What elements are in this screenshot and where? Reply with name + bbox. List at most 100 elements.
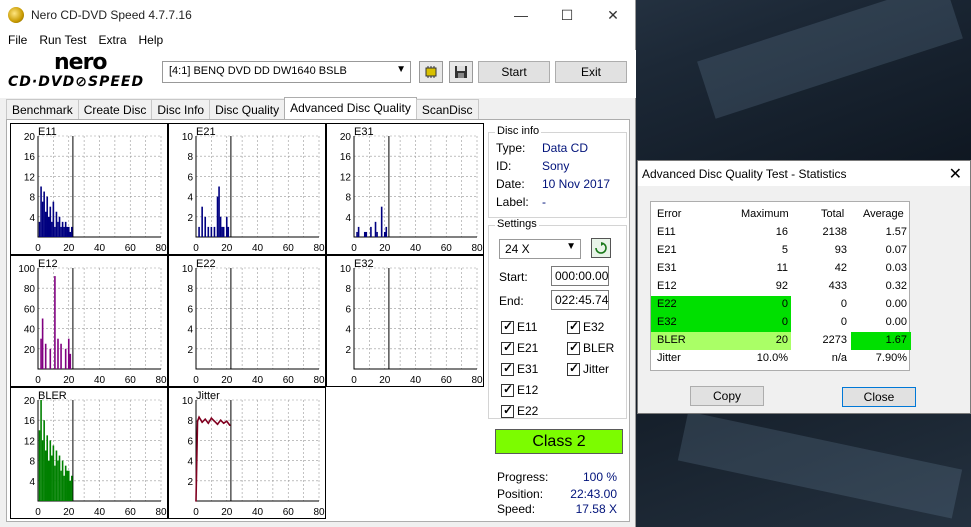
y-tick-label: 8 bbox=[29, 457, 35, 468]
menu-bar: File Run Test Extra Help bbox=[0, 30, 635, 50]
data-bar bbox=[67, 226, 70, 237]
cell-maximum: 92 bbox=[775, 280, 788, 292]
data-bar bbox=[54, 276, 56, 369]
plot-title: E31 bbox=[354, 126, 374, 138]
close-icon[interactable]: ✕ bbox=[949, 164, 962, 184]
plot-jitter-svg: 1086420 20 40 60 80 bbox=[182, 396, 325, 518]
data-bar bbox=[54, 465, 56, 501]
checkbox-jitter[interactable]: Jitter bbox=[567, 361, 609, 376]
tab-scandisc[interactable]: ScanDisc bbox=[415, 99, 479, 119]
statistics-title-bar[interactable]: Advanced Disc Quality Test - Statistics … bbox=[638, 161, 970, 186]
checkbox-e22[interactable]: E22 bbox=[501, 403, 538, 418]
wallpaper-ship-shape bbox=[677, 411, 963, 519]
cell-average: 1.57 bbox=[885, 226, 907, 238]
data-bar bbox=[219, 216, 222, 237]
end-time-input[interactable]: 022:45.74 bbox=[551, 290, 609, 310]
x-tick-label: 0 bbox=[35, 375, 41, 386]
checkbox-e21[interactable]: E21 bbox=[501, 340, 538, 355]
statistics-row: E31 11 42 0.03 bbox=[651, 260, 911, 278]
y-tick-label: 6 bbox=[187, 436, 193, 447]
tab-benchmark[interactable]: Benchmark bbox=[6, 99, 79, 119]
x-tick-label: 0 bbox=[193, 507, 199, 518]
y-tick-label: 2 bbox=[187, 213, 193, 224]
settings-group: Settings 24 X ▼ Start: 000:00.00 End: 02… bbox=[488, 218, 627, 419]
jitter-point bbox=[219, 419, 222, 421]
menu-run-test[interactable]: Run Test bbox=[33, 33, 92, 47]
data-bar bbox=[47, 216, 50, 237]
title-bar[interactable]: Nero CD-DVD Speed 4.7.7.16 — ☐ ✕ bbox=[0, 0, 635, 30]
cell-error: Jitter bbox=[657, 352, 681, 364]
checkbox-e31-label: E31 bbox=[517, 362, 539, 376]
data-bar bbox=[57, 221, 59, 237]
tab-advanced-disc-quality[interactable]: Advanced Disc Quality bbox=[284, 97, 417, 119]
start-time-input[interactable]: 000:00.00 bbox=[551, 266, 609, 286]
jitter-point bbox=[198, 416, 200, 418]
data-bar bbox=[66, 470, 69, 501]
y-tick-label: 20 bbox=[24, 396, 36, 407]
data-bar bbox=[57, 460, 59, 501]
data-bar bbox=[44, 211, 47, 237]
speed-select[interactable]: 24 X ▼ bbox=[499, 239, 581, 259]
tab-disc-quality[interactable]: Disc Quality bbox=[209, 99, 286, 119]
chevron-down-icon: ▼ bbox=[566, 241, 576, 252]
data-bar bbox=[225, 216, 228, 237]
x-tick-label: 60 bbox=[125, 375, 137, 386]
x-tick-label: 60 bbox=[125, 243, 137, 254]
checkbox-bler[interactable]: BLER bbox=[567, 340, 614, 355]
maximize-button[interactable]: ☐ bbox=[544, 0, 590, 30]
data-bar bbox=[383, 231, 386, 237]
y-tick-label: 8 bbox=[187, 284, 193, 295]
cell-maximum: 16 bbox=[775, 226, 788, 238]
exit-button[interactable]: Exit bbox=[555, 61, 627, 83]
plot-e32: 10 8 6 4 2 0 20 40 60 80 E32 bbox=[326, 255, 484, 387]
menu-extra[interactable]: Extra bbox=[92, 33, 132, 47]
minimize-button[interactable]: — bbox=[498, 0, 544, 30]
x-tick-label: 20 bbox=[63, 375, 75, 386]
save-icon[interactable] bbox=[449, 61, 473, 83]
copy-button[interactable]: Copy bbox=[690, 386, 764, 406]
chip-icon[interactable] bbox=[419, 61, 443, 83]
x-tick-label: 0 bbox=[193, 375, 199, 386]
statistics-row: E11 16 2138 1.57 bbox=[651, 224, 911, 242]
data-bar bbox=[222, 226, 225, 237]
close-button[interactable]: ✕ bbox=[590, 0, 636, 30]
y-tick-label: 8 bbox=[345, 284, 351, 295]
menu-file[interactable]: File bbox=[2, 33, 33, 47]
chevron-down-icon: ▼ bbox=[396, 64, 406, 75]
x-tick-label: 0 bbox=[35, 507, 41, 518]
y-tick-label: 20 bbox=[24, 345, 36, 356]
jitter-point bbox=[201, 421, 203, 424]
drive-select[interactable]: [4:1] BENQ DVD DD DW1640 BSLB ▼ bbox=[162, 61, 411, 83]
checkbox-e31[interactable]: E31 bbox=[501, 361, 539, 376]
y-tick-label: 4 bbox=[187, 325, 193, 336]
tab-create-disc[interactable]: Create Disc bbox=[77, 99, 153, 119]
y-tick-label: 2 bbox=[187, 477, 193, 488]
refresh-icon[interactable] bbox=[591, 238, 611, 258]
x-tick-label: 80 bbox=[471, 243, 483, 254]
start-button[interactable]: Start bbox=[478, 61, 550, 83]
y-tick-label: 8 bbox=[345, 193, 351, 204]
x-tick-label: 60 bbox=[441, 375, 453, 386]
y-tick-label: 4 bbox=[187, 193, 193, 204]
statistics-row: E12 92 433 0.32 bbox=[651, 278, 911, 296]
column-header: Maximum bbox=[741, 208, 789, 220]
tab-disc-info[interactable]: Disc Info bbox=[151, 99, 211, 119]
data-bar bbox=[66, 226, 69, 237]
x-tick-label: 80 bbox=[471, 375, 483, 386]
checkbox-e11[interactable]: E11 bbox=[501, 319, 537, 334]
data-bar bbox=[198, 226, 200, 237]
close-dialog-button[interactable]: Close bbox=[842, 387, 916, 407]
menu-help[interactable]: Help bbox=[133, 33, 170, 47]
plot-e32-svg: 1086420 20 40 60 80 bbox=[340, 264, 483, 386]
data-bar bbox=[363, 231, 366, 237]
data-bar bbox=[43, 420, 45, 501]
x-tick-label: 40 bbox=[94, 375, 106, 386]
data-bar bbox=[52, 445, 55, 501]
column-header: Average bbox=[863, 208, 904, 220]
checkbox-e12[interactable]: E12 bbox=[501, 382, 538, 397]
logo-nero-text: nero bbox=[54, 50, 108, 75]
tab-strip: Benchmark Create Disc Disc Info Disc Qua… bbox=[6, 97, 479, 120]
cell-error: E31 bbox=[657, 262, 677, 274]
x-tick-label: 40 bbox=[410, 243, 422, 254]
checkbox-e32[interactable]: E32 bbox=[567, 319, 604, 334]
